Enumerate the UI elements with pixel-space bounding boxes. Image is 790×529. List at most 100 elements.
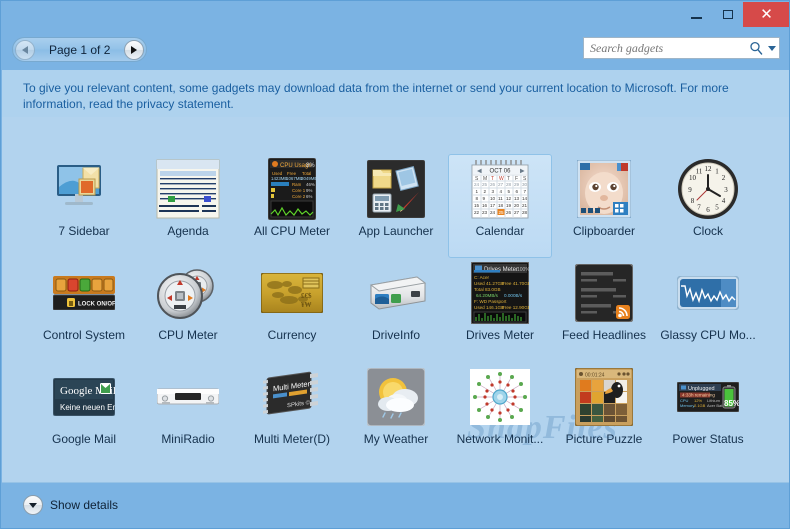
- gadget-label: Calendar: [476, 224, 525, 238]
- svg-text:28: 28: [506, 182, 512, 187]
- svg-text:27: 27: [514, 210, 520, 215]
- chevron-down-icon[interactable]: [765, 39, 779, 57]
- svg-text:12: 12: [705, 165, 713, 173]
- svg-text:6: 6: [516, 189, 519, 194]
- gadget-item[interactable]: Multi Meter SPkits © Multi Meter(D): [240, 362, 344, 466]
- previous-page-button[interactable]: [15, 40, 35, 60]
- svg-text:Used 146.1GB: Used 146.1GB: [474, 305, 504, 310]
- svg-text:Total 83.0GB: Total 83.0GB: [474, 287, 501, 292]
- gadget-item[interactable]: LOCK ON/OFF Control System: [32, 258, 136, 362]
- gadget-item[interactable]: Clipboarder: [552, 154, 656, 258]
- gadget-label: Glassy CPU Mo...: [660, 328, 755, 342]
- gadget-item[interactable]: Agenda: [136, 154, 240, 258]
- maximize-button[interactable]: [712, 1, 743, 28]
- svg-text:9%: 9%: [306, 188, 312, 193]
- svg-text:5: 5: [715, 204, 719, 212]
- svg-text:24: 24: [490, 210, 496, 215]
- svg-text:F: WD Passport: F: WD Passport: [474, 299, 507, 304]
- gadget-label: Agenda: [167, 224, 208, 238]
- gadget-label: CPU Meter: [158, 328, 217, 342]
- svg-text:Keine neuen Emails: Keine neuen Emails: [60, 403, 115, 412]
- svg-text:9: 9: [688, 186, 692, 194]
- svg-text:14: 14: [522, 196, 528, 201]
- chevron-triangle: [29, 503, 37, 508]
- svg-text:Memory: Memory: [680, 403, 694, 408]
- gadget-thumbnail-clipboard-icon: [572, 157, 636, 221]
- svg-text:1423MB: 1423MB: [271, 176, 287, 181]
- gadget-thumbnail-agenda-icon: [156, 157, 220, 221]
- gadget-thumbnail-calendar-icon: OCT 06 ◀ ▶ SMT WTFS 24252627282930 12345…: [468, 157, 532, 221]
- svg-text:1067MB: 1067MB: [286, 176, 302, 181]
- svg-text:16: 16: [482, 203, 488, 208]
- svg-text:C: Acer: C: Acer: [474, 275, 490, 280]
- gadget-item[interactable]: £€$¥₩ Currency: [240, 258, 344, 362]
- gadget-item[interactable]: CPU Usage 8% UsedFreeTotal 1423MB1067MB3…: [240, 154, 344, 258]
- svg-text:3049MB: 3049MB: [301, 176, 316, 181]
- close-icon: ✕: [760, 7, 773, 22]
- gadget-label: App Launcher: [359, 224, 434, 238]
- gadget-item[interactable]: My Weather: [344, 362, 448, 466]
- svg-text:23: 23: [482, 210, 488, 215]
- gadget-thumbnail-multimtr-icon: Multi Meter SPkits ©: [260, 365, 324, 429]
- next-page-button[interactable]: [124, 40, 144, 60]
- svg-text:85%: 85%: [724, 399, 739, 408]
- privacy-info-bar: To give you relevant content, some gadge…: [2, 70, 790, 117]
- gadget-item[interactable]: CPU Meter: [136, 258, 240, 362]
- gadget-item[interactable]: Unplugged 4:33h remaining CPUMemory 12%2…: [656, 362, 760, 466]
- show-details-label: Show details: [50, 498, 118, 512]
- svg-text:4: 4: [500, 189, 503, 194]
- show-details-button[interactable]: Show details: [23, 495, 118, 515]
- gadget-item[interactable]: Feed Headlines: [552, 258, 656, 362]
- gadget-item[interactable]: Google Mail Keine neuen Emails Google Ma…: [32, 362, 136, 466]
- svg-text:2: 2: [484, 189, 487, 194]
- gadget-item[interactable]: 00:01:24 Picture: [552, 362, 656, 466]
- svg-text:00:01:24: 00:01:24: [585, 373, 605, 379]
- svg-text:7: 7: [697, 204, 701, 212]
- gadget-thumbnail-sidebar-icon: [52, 157, 116, 221]
- svg-text:100%: 100%: [517, 267, 529, 273]
- gadget-label: Control System: [43, 328, 125, 342]
- gadget-item[interactable]: Network Monit...: [448, 362, 552, 466]
- gadget-item[interactable]: 1212 345 678 91011 Clock: [656, 154, 760, 258]
- gadget-label: 7 Sidebar: [58, 224, 109, 238]
- gadget-label: Drives Meter: [466, 328, 534, 342]
- minimize-button[interactable]: [681, 1, 712, 28]
- gadget-thumbnail-weather-icon: [364, 365, 428, 429]
- gadget-label: Clock: [693, 224, 723, 238]
- svg-text:Core 1: Core 1: [292, 188, 306, 193]
- search-box[interactable]: [583, 37, 780, 59]
- gadget-label: Picture Puzzle: [566, 432, 643, 446]
- gadget-item[interactable]: App Launcher: [344, 154, 448, 258]
- svg-text:15: 15: [474, 203, 480, 208]
- svg-text:27: 27: [498, 182, 504, 187]
- maximize-icon: [723, 10, 733, 19]
- svg-text:10: 10: [490, 196, 496, 201]
- svg-text:0.000B/s: 0.000B/s: [504, 293, 523, 298]
- svg-text:Free 41.70GB: Free 41.70GB: [502, 281, 529, 286]
- svg-text:9: 9: [483, 196, 486, 201]
- search-icon[interactable]: [747, 39, 765, 57]
- gadget-item[interactable]: 7 Sidebar: [32, 154, 136, 258]
- svg-text:1: 1: [715, 168, 719, 176]
- gadget-item[interactable]: Drives Meter 100% C: Acer Used 41.27GBFr…: [448, 258, 552, 362]
- gadget-thumbnail-gmail-icon: Google Mail Keine neuen Emails: [52, 365, 116, 429]
- chevron-down-icon[interactable]: [23, 495, 43, 515]
- svg-text:19: 19: [506, 203, 512, 208]
- gadget-item[interactable]: Glassy CPU Mo...: [656, 258, 760, 362]
- gadget-item[interactable]: OCT 06 ◀ ▶ SMT WTFS 24252627282930 12345…: [448, 154, 552, 258]
- chevron-right-icon: [131, 46, 137, 54]
- gadget-thumbnail-puzzle-icon: 00:01:24: [572, 365, 636, 429]
- gadget-label: DriveInfo: [372, 328, 420, 342]
- gadget-grid: 7 Sidebar Agenda CPU Usage 8% UsedFreeTo…: [2, 117, 790, 466]
- footer-bar: Show details: [2, 482, 790, 527]
- gadget-item[interactable]: DriveInfo: [344, 258, 448, 362]
- svg-text:25: 25: [499, 210, 505, 215]
- close-button[interactable]: ✕: [743, 2, 790, 27]
- svg-text:24: 24: [474, 182, 480, 187]
- gadget-thumbnail-control-icon: LOCK ON/OFF: [52, 261, 116, 325]
- gadget-item[interactable]: MiniRadio: [136, 362, 240, 466]
- search-input[interactable]: [584, 41, 747, 56]
- gadget-thumbnail-glassy-icon: [676, 261, 740, 325]
- gadget-label: MiniRadio: [161, 432, 214, 446]
- svg-text:4: 4: [722, 197, 726, 205]
